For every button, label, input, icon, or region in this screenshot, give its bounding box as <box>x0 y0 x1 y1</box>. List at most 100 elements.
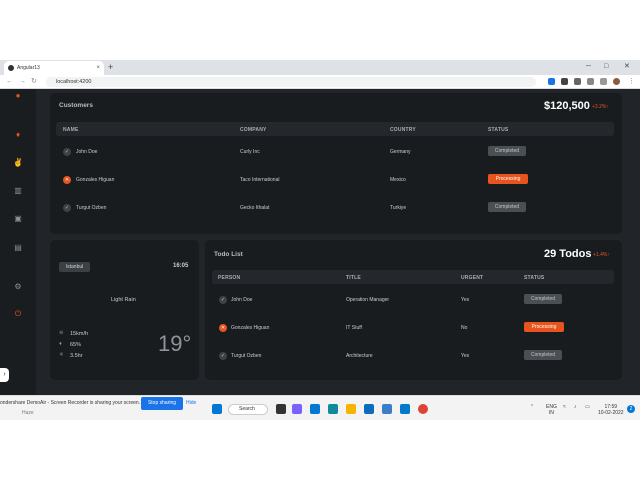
reload-icon[interactable]: ↻ <box>31 77 37 87</box>
minimize-icon[interactable]: ─ <box>586 61 591 73</box>
mail-icon[interactable] <box>364 404 374 414</box>
customers-delta: +3.2%↑ <box>592 104 609 110</box>
clock-date: 10-02-2022 <box>598 410 624 416</box>
weather-time: 16:05 <box>173 263 189 269</box>
status-badge: Completed <box>524 350 562 360</box>
skype-icon[interactable] <box>310 404 320 414</box>
column-header-name: NAME <box>63 127 79 133</box>
briefcase-icon[interactable]: ▤ <box>12 241 24 253</box>
document-icon[interactable]: ▣ <box>12 212 24 224</box>
sidebar-icon[interactable] <box>600 78 607 85</box>
share-subtext: Haze <box>22 410 34 416</box>
weather-humidity: 65% <box>70 342 82 348</box>
user-icon[interactable]: ● <box>12 89 24 101</box>
maximize-icon[interactable]: □ <box>604 61 608 73</box>
check-icon: ✓ <box>63 204 71 212</box>
customer-company: Taco International <box>240 177 280 183</box>
extension-icon[interactable] <box>548 78 555 85</box>
customer-name: John Doe <box>76 149 98 155</box>
angular-favicon-icon <box>8 65 14 71</box>
status-badge: Completed <box>488 146 526 156</box>
archive-icon[interactable]: ▥ <box>12 184 24 196</box>
puzzle-icon[interactable] <box>574 78 581 85</box>
todo-item-title: Operation Manager <box>346 297 390 303</box>
menu-icon[interactable]: ⋮ <box>628 77 635 87</box>
weather-wind: 15km/h <box>70 331 89 337</box>
bottom-blank-area <box>0 420 640 480</box>
back-icon[interactable]: ← <box>6 77 13 87</box>
browser-tab[interactable]: Angular13 × <box>4 61 104 75</box>
drop-icon[interactable]: ♦ <box>12 128 24 140</box>
todo-urgent: No <box>461 325 468 331</box>
todo-urgent: Yes <box>461 353 470 359</box>
notification-badge[interactable]: 2 <box>627 405 635 413</box>
column-header-company: COMPANY <box>240 127 267 133</box>
check-icon: ✓ <box>63 148 71 156</box>
tab-close-icon[interactable]: × <box>96 65 100 71</box>
url-field[interactable]: localhost:4200 <box>46 77 536 87</box>
hide-button[interactable]: Hide <box>186 400 196 406</box>
todo-person: John Doe <box>231 297 253 303</box>
error-icon: ✕ <box>63 176 71 184</box>
close-window-icon[interactable]: ✕ <box>624 61 630 73</box>
column-header-country: COUNTRY <box>390 127 416 133</box>
todo-title: Todo List <box>214 251 243 258</box>
taskbar <box>0 395 640 420</box>
status-badge: Completed <box>524 294 562 304</box>
weather-card <box>50 240 199 380</box>
weather-temperature: 19° <box>158 331 192 356</box>
store-icon[interactable] <box>382 404 392 414</box>
windows-start-icon[interactable] <box>212 404 222 414</box>
status-badge: Completed <box>488 202 526 212</box>
reading-list-icon[interactable] <box>587 78 594 85</box>
todo-table-header <box>212 270 614 284</box>
edge-icon[interactable] <box>328 404 338 414</box>
vscode-icon[interactable] <box>400 404 410 414</box>
error-icon: ✕ <box>219 324 227 332</box>
customer-company: Gecko Ithalat <box>240 205 270 211</box>
hand-icon[interactable]: ✌ <box>12 156 24 168</box>
profile-avatar[interactable] <box>613 78 620 85</box>
forward-icon[interactable]: → <box>19 77 26 87</box>
customer-country: Germany <box>390 149 411 155</box>
column-header-status: STATUS <box>524 275 545 281</box>
power-icon[interactable]: ⏻ <box>12 308 24 320</box>
customers-table-header <box>56 122 614 136</box>
chrome-icon[interactable] <box>418 404 428 414</box>
taskbar-search[interactable]: Search <box>228 404 268 415</box>
volume-icon[interactable]: ♪ <box>574 404 577 410</box>
humidity-icon: ♦ <box>59 341 62 347</box>
todo-person: Gonzales Higuan <box>231 325 270 331</box>
wifi-icon[interactable]: ≈ <box>563 404 566 410</box>
extension-icon[interactable] <box>561 78 568 85</box>
chat-icon[interactable] <box>292 404 302 414</box>
stop-sharing-button[interactable]: Stop sharing <box>141 397 183 410</box>
column-header-person: PERSON <box>218 275 241 281</box>
check-icon: ✓ <box>219 352 227 360</box>
lang-secondary: IN <box>548 410 554 416</box>
task-view-icon[interactable] <box>276 404 286 414</box>
top-blank-area <box>0 0 640 60</box>
language-indicator[interactable]: ENG IN <box>546 404 557 416</box>
customer-name: Turgut Ozben <box>76 205 107 211</box>
weather-city: Istanbul <box>59 262 90 272</box>
screen-share-message: ondershare DemoAir - Screen Recorder is … <box>0 400 141 406</box>
column-header-title: TITLE <box>346 275 361 281</box>
todo-item-title: IT Stuff <box>346 325 362 331</box>
file-explorer-icon[interactable] <box>346 404 356 414</box>
status-badge: Processing <box>488 174 528 184</box>
battery-icon[interactable]: ▭ <box>585 404 590 410</box>
column-header-urgent: URGENT <box>461 275 484 281</box>
customer-name: Gonzales Higuan <box>76 177 115 183</box>
todo-count: 29 Todos <box>544 248 592 260</box>
gear-icon[interactable]: ⚙ <box>12 280 24 292</box>
customer-country: Mexico <box>390 177 406 183</box>
new-tab-button[interactable]: + <box>108 61 113 73</box>
clock[interactable]: 17:59 10-02-2022 <box>598 404 624 416</box>
weather-condition: Light Rain <box>111 297 136 303</box>
todo-person: Turgut Ozben <box>231 353 262 359</box>
todo-urgent: Yes <box>461 297 470 303</box>
customer-country: Turkiye <box>390 205 407 211</box>
tray-up-arrow-icon[interactable]: ⌃ <box>530 404 534 410</box>
sidebar-toggle-button[interactable]: › <box>0 368 9 382</box>
